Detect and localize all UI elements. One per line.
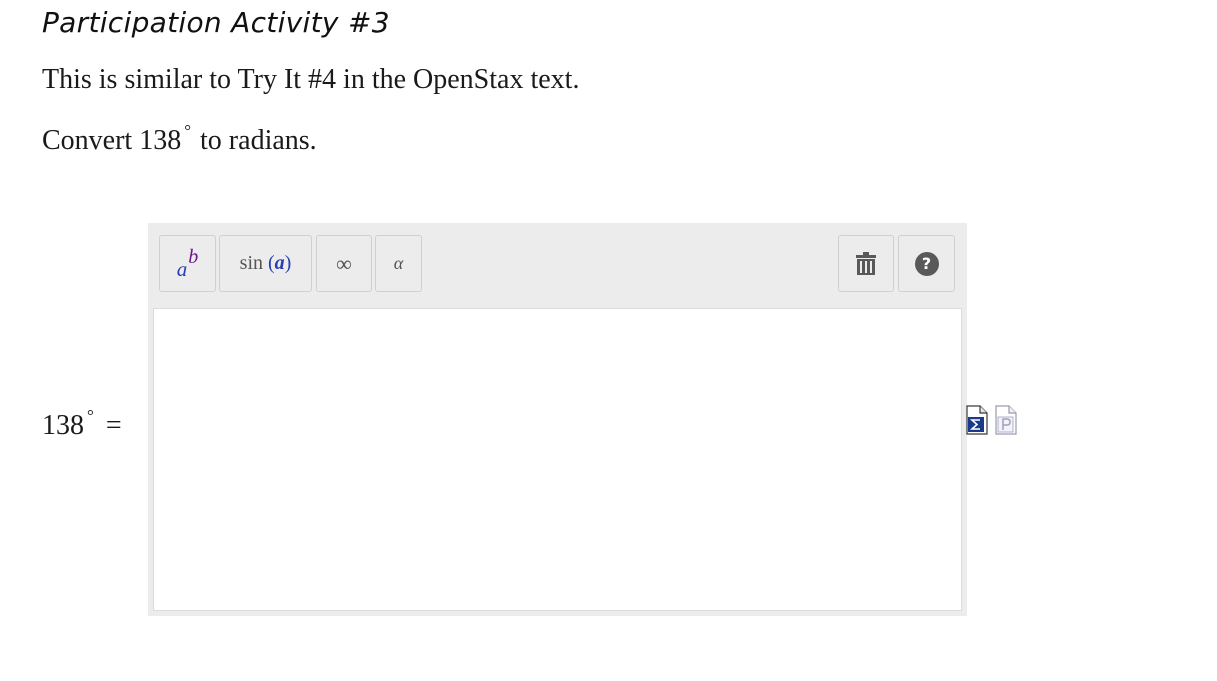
equals-sign: =	[105, 410, 122, 441]
equation-value: 138	[42, 410, 84, 441]
equation-label: 138 ° =	[42, 400, 122, 442]
trig-functions-label: sin (a)	[240, 252, 292, 275]
answer-input[interactable]	[153, 308, 962, 611]
power-base: a	[176, 257, 188, 281]
greek-letters-button[interactable]: α	[375, 235, 422, 292]
sin-argument: a	[274, 252, 285, 274]
math-editor: ab sin (a) ∞ α ?	[148, 223, 967, 616]
prompt-after: to radians.	[200, 125, 317, 156]
equation-degree-symbol: °	[87, 406, 94, 425]
special-symbols-button[interactable]: ∞	[316, 235, 372, 292]
prompt-degree-symbol: °	[184, 121, 192, 140]
power-exponent: b	[188, 246, 199, 268]
math-toolbar: ab sin (a) ∞ α ?	[148, 223, 967, 307]
p-document-icon	[995, 405, 1017, 435]
help-button[interactable]: ?	[898, 235, 955, 292]
infinity-icon: ∞	[336, 250, 352, 276]
sin-close-paren: )	[284, 252, 292, 274]
trash-icon	[856, 251, 876, 275]
alpha-icon: α	[393, 253, 404, 273]
activity-title: Participation Activity #3	[42, 6, 390, 39]
problem-prompt: Convert 138 ° to radians.	[42, 115, 317, 157]
help-icon: ?	[914, 251, 939, 276]
sigma-document-icon	[966, 405, 988, 435]
clear-button[interactable]	[838, 235, 894, 292]
equation-preview-icon[interactable]	[966, 405, 988, 440]
trig-functions-button[interactable]: sin (a)	[219, 235, 312, 292]
prompt-before: Convert 138	[42, 125, 182, 156]
preview-answer-icon[interactable]	[995, 405, 1017, 440]
power-button[interactable]: ab	[159, 235, 216, 292]
sin-open-paren: (	[268, 252, 275, 274]
intro-text: This is similar to Try It #4 in the Open…	[42, 64, 580, 95]
sin-func: sin	[239, 252, 263, 274]
